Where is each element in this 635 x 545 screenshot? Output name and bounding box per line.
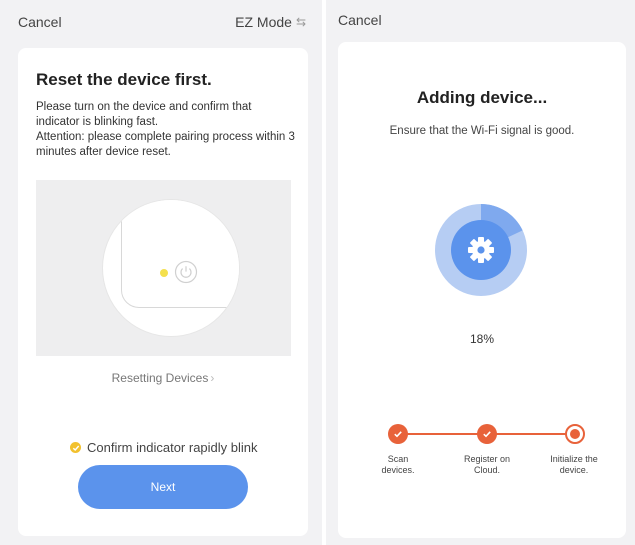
instructions-text: Please turn on the device and confirm th… <box>36 100 298 160</box>
step-label-line: devices. <box>381 465 415 475</box>
step-initialize-progress-icon <box>565 424 585 444</box>
step-scan-label: Scan devices. <box>363 454 433 476</box>
device-body <box>121 200 239 308</box>
next-button[interactable]: Next <box>78 465 248 509</box>
instruction-line: Please turn on the device and confirm th… <box>36 101 252 128</box>
cancel-button[interactable]: Cancel <box>338 12 382 28</box>
confirm-blink-label: Confirm indicator rapidly blink <box>87 440 258 455</box>
top-bar: Cancel EZ Mode ⇆ <box>0 0 322 44</box>
adding-device-card: Adding device... Ensure that the Wi-Fi s… <box>338 42 626 538</box>
app-stage: Cancel EZ Mode ⇆ Reset the device first.… <box>0 0 635 545</box>
step-label-line: Initialize the <box>550 454 598 464</box>
top-bar: Cancel <box>326 0 635 44</box>
chevron-right-icon: › <box>210 371 215 385</box>
power-button-icon <box>174 260 198 284</box>
wifi-hint-text: Ensure that the Wi-Fi signal is good. <box>389 125 575 137</box>
step-label-line: Scan <box>387 454 409 464</box>
cancel-button[interactable]: Cancel <box>18 14 62 30</box>
resetting-devices-label: Resetting Devices <box>111 371 209 385</box>
step-label-line: Register on <box>463 454 511 464</box>
step-label-line: Cloud. <box>473 465 500 475</box>
device-zoom-circle <box>102 199 240 337</box>
ez-mode-switch[interactable]: EZ Mode ⇆ <box>235 14 306 30</box>
ez-mode-label: EZ Mode <box>235 14 292 30</box>
indicator-led-icon <box>160 269 168 277</box>
step-register-label: Register on Cloud. <box>452 454 522 476</box>
page-title: Reset the device first. <box>36 70 212 89</box>
step-initialize-label: Initialize the device. <box>539 454 609 476</box>
pairing-steps: Scan devices. Register on Cloud. Initial… <box>338 422 626 502</box>
attention-line: Attention: please complete pairing proce… <box>36 131 295 158</box>
confirm-blink-checkbox[interactable]: Confirm indicator rapidly blink <box>70 440 258 455</box>
progress-percent: 18% <box>469 332 495 346</box>
reset-instructions-card: Reset the device first. Please turn on t… <box>18 48 308 536</box>
step-label-line: device. <box>559 465 589 475</box>
step-register-done-icon <box>477 424 497 444</box>
step-scan-done-icon <box>388 424 408 444</box>
step-active-dot <box>570 429 580 439</box>
page-title: Adding device... <box>416 88 548 107</box>
check-icon <box>70 442 81 453</box>
reset-device-screen: Cancel EZ Mode ⇆ Reset the device first.… <box>0 0 322 545</box>
gear-icon <box>468 237 494 263</box>
progress-ring <box>435 204 527 296</box>
adding-device-screen: Cancel Adding device... Ensure that the … <box>326 0 635 545</box>
swap-arrows-icon: ⇆ <box>295 15 306 29</box>
device-illustration <box>36 180 291 356</box>
resetting-devices-link[interactable]: Resetting Devices › <box>18 371 308 385</box>
